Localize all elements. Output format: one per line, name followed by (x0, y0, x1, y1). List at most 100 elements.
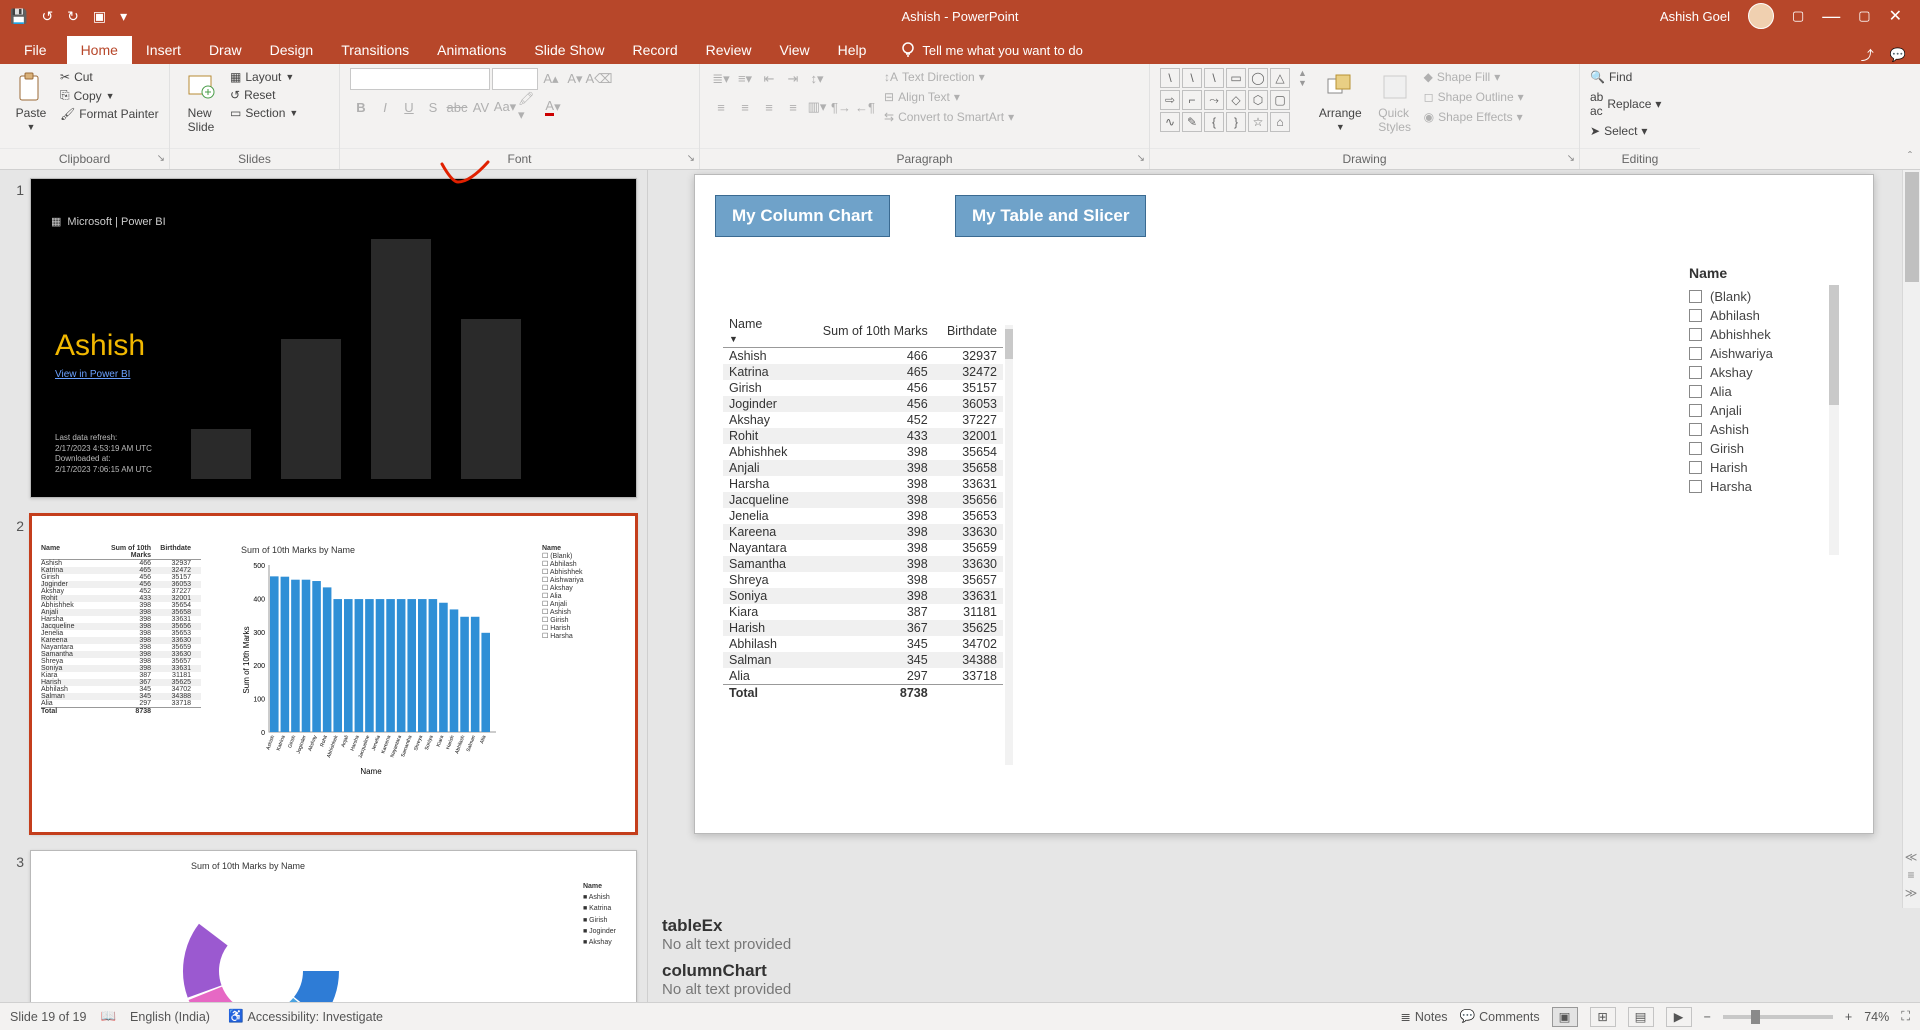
font-color-button[interactable]: A▾ (542, 96, 564, 118)
decrease-indent-button[interactable]: ⇤ (758, 68, 780, 90)
checkbox-icon[interactable] (1689, 385, 1702, 398)
tab-home[interactable]: Home (67, 36, 132, 64)
slicer-scrollbar[interactable] (1829, 285, 1839, 555)
tab-animations[interactable]: Animations (423, 36, 520, 64)
slicer-item[interactable]: Alia (1689, 382, 1839, 401)
slicer-item[interactable]: Abhilash (1689, 306, 1839, 325)
redo-icon[interactable]: ↻ (67, 8, 79, 25)
zoom-slider[interactable] (1723, 1015, 1833, 1019)
shape-brace-l-icon[interactable]: { (1204, 112, 1224, 132)
align-center-button[interactable]: ≡ (734, 96, 756, 118)
user-name[interactable]: Ashish Goel (1660, 9, 1730, 24)
zoom-level[interactable]: 74% (1864, 1010, 1889, 1024)
tell-me-search[interactable]: Tell me what you want to do (890, 36, 1092, 64)
slicer-item[interactable]: Akshay (1689, 363, 1839, 382)
cut-button[interactable]: ✂Cut (60, 68, 159, 86)
increase-indent-button[interactable]: ⇥ (782, 68, 804, 90)
notes-alt-panel[interactable]: tableEx No alt text provided columnChart… (648, 908, 1920, 1002)
font-name-input[interactable] (350, 68, 490, 90)
prev-slide-icon[interactable]: ≪ (1902, 848, 1920, 866)
fit-window-button[interactable]: ⛶ (1901, 1009, 1910, 1024)
slicer-item[interactable]: Anjali (1689, 401, 1839, 420)
checkbox-icon[interactable] (1689, 423, 1702, 436)
ribbon-display-icon[interactable]: ▢ (1792, 8, 1804, 24)
align-text-button[interactable]: ⊟Align Text ▾ (884, 88, 1014, 106)
tab-view[interactable]: View (766, 36, 824, 64)
shape-callout-icon[interactable]: ⌂ (1270, 112, 1290, 132)
section-button[interactable]: ▭Section ▼ (230, 104, 298, 122)
shape-conn-icon[interactable]: ⤳ (1204, 90, 1224, 110)
slide-thumbnail-1[interactable]: ▦Microsoft | Power BI Ashish View in Pow… (30, 178, 637, 498)
save-icon[interactable]: 💾 (10, 8, 27, 25)
maximize-icon[interactable]: ▢ (1858, 8, 1870, 24)
close-icon[interactable]: ✕ (1889, 6, 1902, 26)
tab-transitions[interactable]: Transitions (327, 36, 423, 64)
comments-button[interactable]: 💬Comments (1460, 1009, 1540, 1024)
shape-rect-icon[interactable]: ▭ (1226, 68, 1246, 88)
minimize-icon[interactable]: — (1822, 6, 1840, 27)
checkbox-icon[interactable] (1689, 404, 1702, 417)
shape-diamond-icon[interactable]: ◇ (1226, 90, 1246, 110)
zoom-in-button[interactable]: + (1845, 1010, 1852, 1024)
shape-effects-button[interactable]: ◉Shape Effects ▾ (1424, 108, 1524, 126)
shape-roundrect-icon[interactable]: ▢ (1270, 90, 1290, 110)
slicer-item[interactable]: (Blank) (1689, 287, 1839, 306)
rtl-button[interactable]: ←¶ (854, 96, 876, 118)
align-left-button[interactable]: ≡ (710, 96, 732, 118)
slide-counter[interactable]: Slide 19 of 19 (10, 1010, 86, 1024)
align-right-button[interactable]: ≡ (758, 96, 780, 118)
shape-tri-icon[interactable]: △ (1270, 68, 1290, 88)
clear-formatting-button[interactable]: A⌫ (588, 68, 610, 90)
tab-draw[interactable]: Draw (195, 36, 256, 64)
format-painter-button[interactable]: 🖌Format Painter (60, 105, 159, 123)
tab-design[interactable]: Design (256, 36, 328, 64)
smartart-button[interactable]: ⇆Convert to SmartArt ▾ (884, 108, 1014, 126)
spellcheck-icon[interactable]: 📖 (100, 1009, 116, 1024)
tab-slideshow[interactable]: Slide Show (520, 36, 618, 64)
slide-thumbnail-2[interactable]: NameSum of 10th MarksBirthdateAshish4663… (30, 514, 637, 834)
shape-hex-icon[interactable]: ⬡ (1248, 90, 1268, 110)
tab-help[interactable]: Help (824, 36, 881, 64)
accessibility-status[interactable]: ♿Accessibility: Investigate (228, 1009, 383, 1024)
shrink-font-button[interactable]: A▾ (564, 68, 586, 90)
ltr-button[interactable]: ¶→ (830, 96, 852, 118)
fit-slide-icon[interactable]: ≡ (1902, 866, 1920, 884)
strikethrough-button[interactable]: abc (446, 96, 468, 118)
text-direction-button[interactable]: ↕AText Direction ▾ (884, 68, 1014, 86)
slicer-item[interactable]: Harsha (1689, 477, 1839, 496)
bold-button[interactable]: B (350, 96, 372, 118)
find-button[interactable]: 🔍Find (1590, 68, 1632, 86)
avatar[interactable] (1748, 3, 1774, 29)
paste-button[interactable]: Paste ▼ (10, 68, 52, 134)
comments-pane-icon[interactable]: 💬 (1890, 47, 1906, 63)
next-slide-icon[interactable]: ≫ (1902, 884, 1920, 902)
sorter-view-button[interactable]: ⊞ (1590, 1007, 1616, 1027)
replace-button[interactable]: abacReplace ▾ (1590, 88, 1661, 120)
slicer-item[interactable]: Aishwariya (1689, 344, 1839, 363)
slicer-item[interactable]: Harish (1689, 458, 1839, 477)
shapes-gallery[interactable]: \\\▭◯△ ⇨⌐⤳◇⬡▢ ∿✎{}☆⌂ (1160, 68, 1290, 132)
shape-elbow-icon[interactable]: ⌐ (1182, 90, 1202, 110)
pbi-table[interactable]: Name▼Sum of 10th MarksBirthdateAshish466… (723, 315, 1003, 701)
new-slide-button[interactable]: New Slide (180, 68, 222, 136)
grow-font-button[interactable]: A▴ (540, 68, 562, 90)
shape-line-icon[interactable]: \ (1160, 68, 1180, 88)
font-size-input[interactable] (492, 68, 538, 90)
collapse-ribbon-icon[interactable]: ˆ (1908, 149, 1912, 163)
char-spacing-button[interactable]: AV (470, 96, 492, 118)
select-button[interactable]: ➤Select ▾ (1590, 122, 1647, 140)
reading-view-button[interactable]: ▤ (1628, 1007, 1654, 1027)
font-dialog-icon[interactable]: ↘ (687, 153, 695, 164)
shape-oval-icon[interactable]: ◯ (1248, 68, 1268, 88)
bullets-button[interactable]: ≣▾ (710, 68, 732, 90)
vertical-scrollbar[interactable]: ≪ ≡ ≫ (1902, 170, 1920, 908)
checkbox-icon[interactable] (1689, 461, 1702, 474)
shadow-button[interactable]: S (422, 96, 444, 118)
checkbox-icon[interactable] (1689, 366, 1702, 379)
numbering-button[interactable]: ≡▾ (734, 68, 756, 90)
normal-view-button[interactable]: ▣ (1552, 1007, 1578, 1027)
reset-button[interactable]: ↺Reset (230, 86, 298, 104)
layout-button[interactable]: ▦Layout ▼ (230, 68, 298, 86)
shape-fill-button[interactable]: ◆Shape Fill ▾ (1424, 68, 1524, 86)
checkbox-icon[interactable] (1689, 442, 1702, 455)
